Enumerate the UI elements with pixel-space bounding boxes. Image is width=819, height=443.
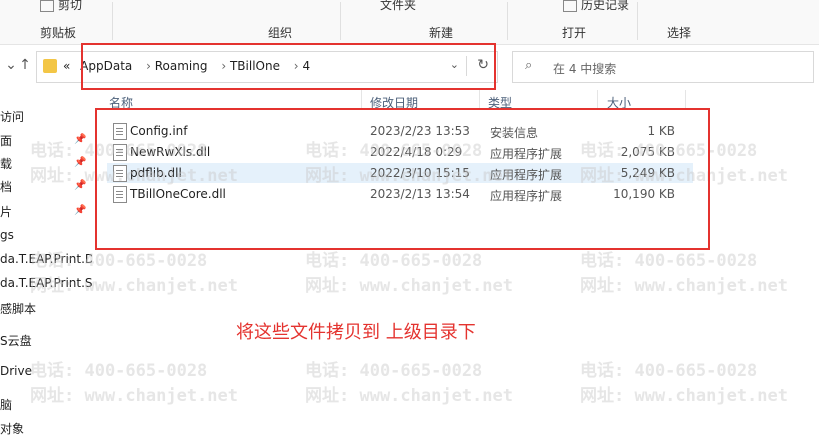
address-bar[interactable]: « AppData › Roaming › TBillOne › 4 ⌄ ↻ [36,51,498,83]
column-header-name[interactable]: 名称 [109,94,133,111]
watermark: 网址: www.chanjet.net [580,166,788,186]
watermark: 电话: 400-665-0028 [30,361,208,381]
column-header-date[interactable]: 修改日期 [370,94,418,111]
file-icon [113,186,127,203]
chevron-right-icon[interactable]: › [146,59,151,73]
divider [466,56,467,76]
group-new: 新建 [429,26,454,40]
watermark: 网址: www.chanjet.net [580,276,788,296]
watermark: 电话: 400-665-0028 [580,361,758,381]
sidebar-item-folder[interactable]: 感脚本 [0,300,92,320]
watermark: 网址: www.chanjet.net [580,386,788,406]
sidebar-item-cloud-drive[interactable]: S云盘 [0,332,92,352]
sidebar-item-pictures[interactable]: 片 📌 [0,203,92,223]
watermark: 电话: 400-665-0028 [305,141,483,161]
sidebar-item-quick-access[interactable]: 访问 [0,108,92,128]
file-date: 2023/2/13 13:54 [370,187,470,201]
pin-icon: 📌 [74,205,87,216]
file-type: 应用程序扩展 [490,147,563,161]
column-header-size[interactable]: 大小 [607,94,631,111]
divider [597,90,598,110]
group-clipboard: 剪贴板 [40,26,77,40]
file-type: 应用程序扩展 [490,189,563,203]
breadcrumb-roaming[interactable]: Roaming [155,59,208,73]
up-arrow-icon[interactable]: ↑ [16,56,34,74]
watermark: 电话: 400-665-0028 [30,141,208,161]
group-open: 打开 [562,26,587,40]
watermark: 网址: www.chanjet.net [30,166,238,186]
breadcrumb-overflow[interactable]: « [63,59,70,73]
watermark: 网址: www.chanjet.net [305,386,513,406]
watermark: 电话: 400-665-0028 [305,361,483,381]
scissors-icon [40,0,54,12]
watermark: 电话: 400-665-0028 [305,251,483,271]
folder-icon [43,59,57,73]
chevron-right-icon[interactable]: › [221,59,226,73]
watermark: 网址: www.chanjet.net [30,276,238,296]
divider [685,90,686,110]
ribbon: 剪切 文件夹 历史记录 剪贴板 组织 新建 打开 选择 [0,0,819,45]
search-input[interactable]: ⌕ 在 4 中搜索 [512,51,814,83]
chevron-right-icon[interactable]: › [294,59,299,73]
table-row[interactable]: TBillOneCore.dll 2023/2/13 13:54 应用程序扩展 … [107,184,693,204]
annotation-text: 将这些文件拷贝到 上级目录下 [236,322,476,343]
file-name: TBillOneCore.dll [130,187,226,201]
cut-button[interactable]: 剪切 [40,0,82,13]
divider [637,2,638,40]
file-size: 10,190 KB [613,187,675,201]
history-icon [563,0,577,12]
divider [112,2,113,40]
chevron-down-icon[interactable]: ⌄ [450,58,459,71]
breadcrumb-4[interactable]: 4 [302,59,310,73]
watermark: 电话: 400-665-0028 [30,251,208,271]
file-type: 安装信息 [490,126,539,140]
watermark: 电话: 400-665-0028 [580,251,758,271]
breadcrumb: « AppData › Roaming › TBillOne › 4 [63,59,310,73]
search-placeholder: 在 4 中搜索 [553,62,617,76]
folder-button[interactable]: 文件夹 [380,0,416,13]
watermark: 网址: www.chanjet.net [30,386,238,406]
divider [340,2,341,40]
refresh-icon[interactable]: ↻ [477,57,489,73]
watermark: 网址: www.chanjet.net [305,166,513,186]
group-organize: 组织 [268,26,293,40]
breadcrumb-appdata[interactable]: AppData [80,59,132,73]
breadcrumb-tbillone[interactable]: TBillOne [230,59,280,73]
divider [361,90,362,110]
sidebar-item-folder[interactable]: gs [0,228,92,248]
navigation-bar: ⌄ ↑ « AppData › Roaming › TBillOne › 4 ⌄… [0,46,819,86]
history-button[interactable]: 历史记录 [563,0,629,13]
sidebar-item-3d-objects[interactable]: 对象 [0,420,92,440]
column-header-type[interactable]: 类型 [488,94,512,111]
watermark: 网址: www.chanjet.net [305,276,513,296]
divider [479,90,480,110]
group-select: 选择 [667,26,692,40]
search-icon: ⌕ [525,58,533,73]
watermark: 电话: 400-665-0028 [580,141,758,161]
divider [507,2,508,40]
